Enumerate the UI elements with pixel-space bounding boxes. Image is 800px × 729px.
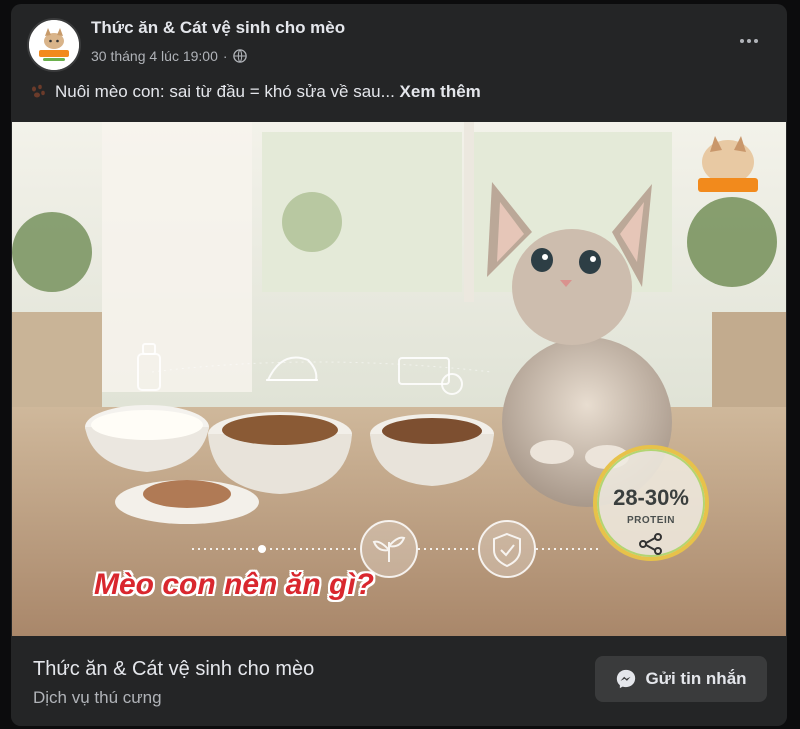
post-image[interactable]: 28-30% PROTEIN Mèo con nên ăn gì? — [12, 122, 786, 636]
post-footer: Thức ăn & Cát vệ sinh cho mèo Dịch vụ th… — [11, 636, 787, 726]
meta-separator: · — [222, 48, 228, 64]
image-headline: Mèo con nên ăn gì? — [94, 568, 375, 601]
image-scene — [12, 122, 786, 636]
protein-label: PROTEIN — [627, 515, 675, 526]
protein-badge: 28-30% PROTEIN — [593, 445, 709, 561]
page-name-link[interactable]: Thức ăn & Cát vệ sinh cho mèo — [91, 18, 345, 38]
post-timestamp[interactable]: 30 tháng 4 lúc 19:00 — [91, 48, 218, 64]
share-icon — [639, 533, 662, 555]
paw-prints-icon — [32, 84, 45, 98]
catsdo-logo — [29, 20, 79, 70]
page-avatar[interactable] — [27, 18, 81, 72]
post-body: Nuôi mèo con: sai từ đầu = khó sửa về sa… — [55, 82, 481, 102]
footer-page-name[interactable]: Thức ăn & Cát vệ sinh cho mèo — [33, 658, 314, 681]
messenger-icon — [617, 669, 636, 689]
timeline-dot — [258, 545, 266, 553]
send-message-label: Gửi tin nhắn — [645, 669, 747, 688]
post-text: Nuôi mèo con: sai từ đầu = khó sửa về sa… — [29, 82, 481, 102]
see-more-link[interactable]: Xem thêm — [400, 82, 481, 101]
shield-check-icon — [478, 520, 536, 578]
protein-value: 28-30% — [613, 485, 689, 510]
more-options-button[interactable] — [731, 26, 767, 56]
post-text-content: Nuôi mèo con: sai từ đầu = khó sửa về sa… — [55, 82, 395, 101]
post-card: Thức ăn & Cát vệ sinh cho mèo 30 tháng 4… — [11, 4, 787, 726]
more-dots-icon — [740, 39, 744, 43]
post-meta: 30 tháng 4 lúc 19:00 · — [91, 48, 247, 64]
footer-category: Dịch vụ thú cưng — [33, 688, 162, 707]
send-message-button[interactable]: Gửi tin nhắn — [595, 656, 767, 702]
globe-icon — [232, 49, 247, 63]
